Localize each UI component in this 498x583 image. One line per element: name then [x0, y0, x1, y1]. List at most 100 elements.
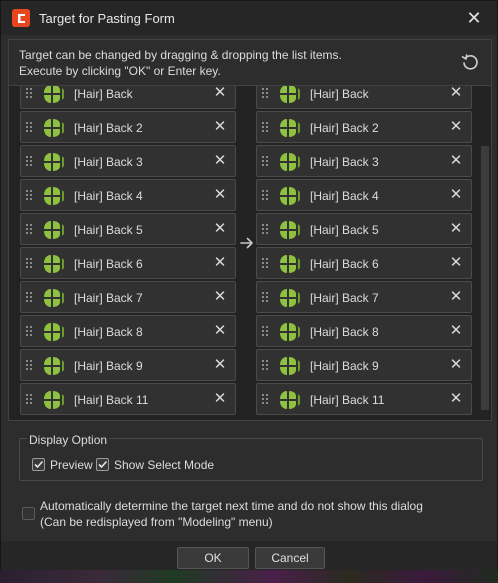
- close-icon[interactable]: ✕: [465, 9, 483, 27]
- list-item-label: [Hair] Back 7: [74, 291, 143, 305]
- list-item-label: [Hair] Back 9: [74, 359, 143, 373]
- list-item[interactable]: [Hair] Back 9 ✕: [20, 349, 236, 381]
- remove-item-icon[interactable]: ✕: [449, 323, 463, 339]
- drag-handle-icon[interactable]: [26, 190, 34, 202]
- title-bar[interactable]: Target for Pasting Form ✕: [1, 1, 497, 35]
- remove-item-icon[interactable]: ✕: [213, 357, 227, 373]
- list-item[interactable]: [Hair] Back 5 ✕: [256, 213, 472, 245]
- drag-handle-icon[interactable]: [262, 292, 270, 304]
- remove-item-icon[interactable]: ✕: [213, 119, 227, 135]
- list-item-label: [Hair] Back 11: [74, 393, 149, 407]
- drag-handle-icon[interactable]: [262, 258, 270, 270]
- remove-item-icon[interactable]: ✕: [213, 153, 227, 169]
- list-scrollbar[interactable]: [480, 86, 490, 420]
- cancel-button[interactable]: Cancel: [255, 547, 325, 569]
- hair-layer-icon: [43, 118, 65, 138]
- list-item-label: [Hair] Back 8: [74, 325, 143, 339]
- window-title: Target for Pasting Form: [39, 11, 175, 26]
- drag-handle-icon[interactable]: [262, 360, 270, 372]
- remove-item-icon[interactable]: ✕: [449, 357, 463, 373]
- drag-handle-icon[interactable]: [26, 156, 34, 168]
- list-item[interactable]: [Hair] Back 8 ✕: [20, 315, 236, 347]
- drag-handle-icon[interactable]: [26, 88, 34, 100]
- auto-determine-checkbox[interactable]: [22, 507, 35, 520]
- list-item-label: [Hair] Back 6: [310, 257, 379, 271]
- list-item[interactable]: [Hair] Back 11 ✕: [20, 383, 236, 415]
- drag-handle-icon[interactable]: [26, 394, 34, 406]
- remove-item-icon[interactable]: ✕: [213, 289, 227, 305]
- remove-item-icon[interactable]: ✕: [449, 187, 463, 203]
- hair-layer-icon: [279, 390, 301, 410]
- drag-handle-icon[interactable]: [26, 224, 34, 236]
- hair-layer-icon: [43, 186, 65, 206]
- list-item[interactable]: [Hair] Back 2 ✕: [256, 111, 472, 143]
- drag-handle-icon[interactable]: [262, 122, 270, 134]
- preview-checkbox[interactable]: [32, 458, 45, 471]
- drag-handle-icon[interactable]: [262, 394, 270, 406]
- reset-icon[interactable]: [460, 52, 480, 72]
- target-list-area: [Hair] Back ✕ [Hair] Back 2 ✕ [Hair] Back 3 ✕…: [8, 85, 492, 421]
- auto-determine-label: Automatically determine the target next …: [40, 499, 423, 513]
- drag-handle-icon[interactable]: [262, 156, 270, 168]
- list-item[interactable]: [Hair] Back 7 ✕: [256, 281, 472, 313]
- scrollbar-thumb[interactable]: [481, 146, 489, 410]
- hair-layer-icon: [279, 356, 301, 376]
- remove-item-icon[interactable]: ✕: [213, 391, 227, 407]
- show-select-mode-checkbox[interactable]: [96, 458, 109, 471]
- hair-layer-icon: [43, 254, 65, 274]
- list-item-label: [Hair] Back 7: [310, 291, 379, 305]
- drag-handle-icon[interactable]: [26, 258, 34, 270]
- ok-button[interactable]: OK: [177, 547, 249, 569]
- list-item-label: [Hair] Back 4: [74, 189, 143, 203]
- list-item-label: [Hair] Back 9: [310, 359, 379, 373]
- hair-layer-icon: [279, 152, 301, 172]
- remove-item-icon[interactable]: ✕: [213, 187, 227, 203]
- info-panel: Target can be changed by dragging & drop…: [8, 39, 492, 85]
- auto-determine-note: (Can be redisplayed from "Modeling" menu…: [40, 515, 273, 529]
- button-bar: [1, 541, 497, 570]
- list-item-label: [Hair] Back 5: [310, 223, 379, 237]
- remove-item-icon[interactable]: ✕: [213, 86, 227, 101]
- list-item[interactable]: [Hair] Back 6 ✕: [20, 247, 236, 279]
- remove-item-icon[interactable]: ✕: [449, 221, 463, 237]
- remove-item-icon[interactable]: ✕: [449, 86, 463, 101]
- list-item[interactable]: [Hair] Back ✕: [256, 86, 472, 109]
- list-item-label: [Hair] Back 2: [74, 121, 143, 135]
- remove-item-icon[interactable]: ✕: [213, 323, 227, 339]
- list-item-label: [Hair] Back 3: [310, 155, 379, 169]
- drag-handle-icon[interactable]: [262, 88, 270, 100]
- drag-handle-icon[interactable]: [26, 360, 34, 372]
- list-item[interactable]: [Hair] Back 4 ✕: [256, 179, 472, 211]
- drag-handle-icon[interactable]: [26, 292, 34, 304]
- list-item-label: [Hair] Back 5: [74, 223, 143, 237]
- list-item[interactable]: [Hair] Back 9 ✕: [256, 349, 472, 381]
- drag-handle-icon[interactable]: [262, 224, 270, 236]
- list-item[interactable]: [Hair] Back 8 ✕: [256, 315, 472, 347]
- remove-item-icon[interactable]: ✕: [449, 289, 463, 305]
- hair-layer-icon: [279, 86, 301, 104]
- remove-item-icon[interactable]: ✕: [213, 221, 227, 237]
- hair-layer-icon: [43, 288, 65, 308]
- list-item-label: [Hair] Back 6: [74, 257, 143, 271]
- list-item[interactable]: [Hair] Back 5 ✕: [20, 213, 236, 245]
- drag-handle-icon[interactable]: [262, 326, 270, 338]
- drag-handle-icon[interactable]: [262, 190, 270, 202]
- list-item[interactable]: [Hair] Back 6 ✕: [256, 247, 472, 279]
- hair-layer-icon: [279, 118, 301, 138]
- remove-item-icon[interactable]: ✕: [213, 255, 227, 271]
- list-item[interactable]: [Hair] Back 7 ✕: [20, 281, 236, 313]
- paste-target-dialog: Target for Pasting Form ✕ Target can be …: [0, 0, 498, 570]
- list-item[interactable]: [Hair] Back 2 ✕: [20, 111, 236, 143]
- remove-item-icon[interactable]: ✕: [449, 153, 463, 169]
- list-item[interactable]: [Hair] Back 3 ✕: [20, 145, 236, 177]
- list-item[interactable]: [Hair] Back 3 ✕: [256, 145, 472, 177]
- app-logo-icon: [12, 9, 30, 27]
- remove-item-icon[interactable]: ✕: [449, 119, 463, 135]
- list-item[interactable]: [Hair] Back 4 ✕: [20, 179, 236, 211]
- drag-handle-icon[interactable]: [26, 122, 34, 134]
- list-item[interactable]: [Hair] Back ✕: [20, 86, 236, 109]
- remove-item-icon[interactable]: ✕: [449, 255, 463, 271]
- remove-item-icon[interactable]: ✕: [449, 391, 463, 407]
- drag-handle-icon[interactable]: [26, 326, 34, 338]
- list-item[interactable]: [Hair] Back 11 ✕: [256, 383, 472, 415]
